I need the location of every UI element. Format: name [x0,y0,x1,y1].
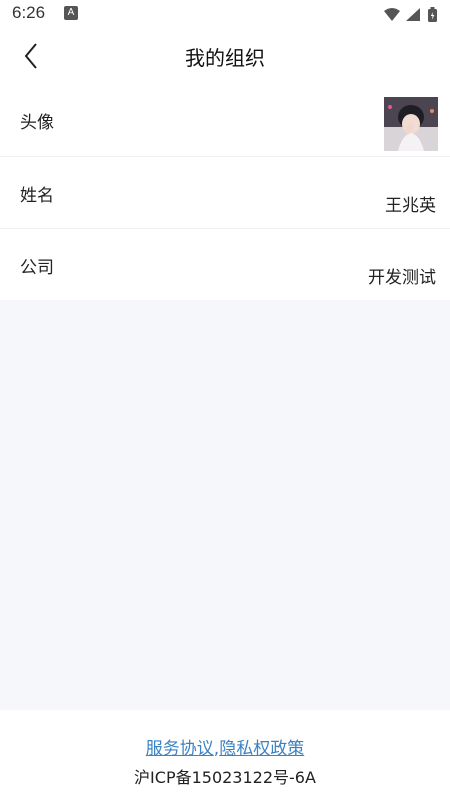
battery-charging-icon [428,7,437,22]
signal-icon [406,8,420,21]
status-time: 6:26 [12,3,46,22]
status-icons [382,6,444,24]
company-label: 公司 [20,258,54,278]
privacy-policy-link[interactable]: 隐私权政策 [219,739,304,759]
company-row[interactable]: 公司 开发测试 [0,228,450,300]
avatar-row[interactable]: 头像 [0,84,450,156]
footer-links: 服务协议,隐私权政策 [0,734,450,759]
header: 我的组织 [0,28,450,84]
page-title: 我的组织 [185,46,265,70]
avatar-label: 头像 [20,113,54,133]
status-bar: 6:26 A [0,0,450,28]
avatar[interactable] [384,97,438,151]
icp-number: 沪ICP备15023122号-6A [134,768,316,787]
wifi-icon [384,8,400,21]
company-value: 开发测试 [368,268,436,288]
name-value: 王兆英 [385,196,436,216]
name-label: 姓名 [20,186,54,206]
profile-list: 头像 姓名 王兆英 公司 开发测试 [0,84,450,300]
name-row[interactable]: 姓名 王兆英 [0,156,450,228]
app-notification-icon: A [64,6,78,20]
footer: 服务协议,隐私权政策 沪ICP备15023122号-6A [0,710,450,800]
service-agreement-link[interactable]: 服务协议 [146,739,214,759]
